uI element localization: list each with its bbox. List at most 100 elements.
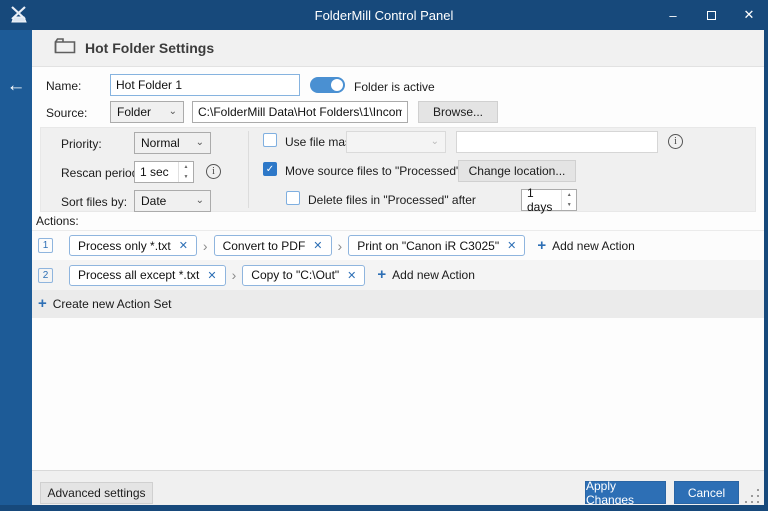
name-label: Name:	[46, 79, 81, 93]
file-mask-input	[456, 131, 658, 153]
action-chip-label: Copy to "C:\Out"	[251, 268, 339, 282]
action-set-index-badge[interactable]: 1	[38, 238, 53, 253]
rescan-info-icon[interactable]: i	[206, 164, 221, 179]
action-chip[interactable]: Process only *.txt ✕	[69, 235, 197, 256]
delete-after-value: 1 days	[527, 186, 561, 214]
action-sets-list: 1 Process only *.txt ✕ › Convert to PDF ✕ › Pri…	[32, 230, 764, 318]
plus-icon: +	[377, 268, 386, 282]
remove-action-icon[interactable]: ✕	[179, 239, 188, 252]
spinner-arrows: ▲ ▼	[178, 162, 193, 182]
action-chip[interactable]: Print on "Canon iR C3025" ✕	[348, 235, 525, 256]
priority-dropdown[interactable]: Normal ⌄	[134, 132, 211, 154]
chevron-down-icon: ⌄	[431, 137, 439, 147]
sort-files-label: Sort files by:	[61, 195, 127, 209]
remove-action-icon[interactable]: ✕	[313, 239, 322, 252]
window-border-right	[764, 30, 768, 511]
add-new-action-button[interactable]: + Add new Action	[537, 239, 635, 253]
rescan-period-value: 1 sec	[140, 165, 169, 179]
footer-bar: Advanced settings Apply Changes Cancel	[32, 470, 764, 505]
file-mask-info-icon[interactable]: i	[668, 134, 683, 149]
plus-icon: +	[38, 297, 47, 311]
spinner-arrows: ▲ ▼	[561, 190, 576, 210]
spin-up-icon[interactable]: ▲	[562, 190, 576, 200]
close-button[interactable]: ✕	[730, 0, 768, 30]
change-location-button[interactable]: Change location...	[458, 160, 576, 182]
advanced-settings-button[interactable]: Advanced settings	[40, 482, 153, 504]
add-new-action-button[interactable]: + Add new Action	[377, 268, 475, 282]
action-chip-label: Convert to PDF	[223, 239, 306, 253]
add-new-action-label: Add new Action	[552, 239, 635, 253]
actions-label: Actions:	[36, 214, 79, 228]
content-area: Hot Folder Settings Name: Folder is acti…	[32, 30, 764, 505]
action-set-index-badge[interactable]: 2	[38, 268, 53, 283]
plus-icon: +	[537, 239, 546, 253]
toggle-knob	[331, 79, 343, 91]
sort-files-dropdown[interactable]: Date ⌄	[134, 190, 211, 212]
check-icon: ✓	[266, 164, 274, 175]
create-action-set-button[interactable]: + Create new Action Set	[38, 297, 172, 311]
spin-down-icon[interactable]: ▼	[562, 200, 576, 210]
page-header: Hot Folder Settings	[32, 30, 764, 67]
move-processed-checkbox[interactable]: ✓	[263, 162, 277, 176]
action-chip-label: Process only *.txt	[78, 239, 171, 253]
apply-changes-button[interactable]: Apply Changes	[585, 481, 666, 504]
spin-up-icon[interactable]: ▲	[179, 162, 193, 172]
chevron-down-icon: ⌄	[169, 107, 177, 117]
sidebar: ←	[0, 30, 32, 505]
source-label: Source:	[46, 106, 87, 120]
action-chip-label: Print on "Canon iR C3025"	[357, 239, 499, 253]
back-button[interactable]: ←	[4, 74, 28, 98]
folder-options-panel: Priority: Normal ⌄ Rescan period: 1 sec …	[40, 127, 756, 212]
source-type-dropdown[interactable]: Folder ⌄	[110, 101, 184, 123]
maximize-icon	[707, 11, 716, 20]
panel-divider	[248, 131, 249, 208]
maximize-button[interactable]	[692, 0, 730, 30]
remove-action-icon[interactable]: ✕	[347, 269, 356, 282]
create-action-set-label: Create new Action Set	[53, 297, 172, 311]
name-input[interactable]	[110, 74, 300, 96]
delete-after-spinner[interactable]: 1 days ▲ ▼	[521, 189, 577, 211]
folder-active-toggle[interactable]	[310, 77, 345, 93]
priority-value: Normal	[141, 136, 180, 150]
create-action-set-row: + Create new Action Set	[32, 290, 764, 318]
chevron-down-icon: ⌄	[196, 196, 204, 206]
action-set-row: 2 Process all except *.txt ✕ › Copy to "C:\O…	[32, 260, 764, 290]
rescan-period-label: Rescan period:	[61, 166, 142, 180]
spin-down-icon[interactable]: ▼	[179, 172, 193, 182]
sort-files-value: Date	[141, 194, 166, 208]
minimize-button[interactable]: –	[654, 0, 692, 30]
action-set-row: 1 Process only *.txt ✕ › Convert to PDF ✕ › Pri…	[32, 230, 764, 260]
foldermill-window: FolderMill Control Panel – ✕ ← Hot Folde…	[0, 0, 768, 511]
folder-active-label: Folder is active	[354, 80, 435, 94]
use-file-mask-checkbox[interactable]	[263, 133, 277, 147]
titlebar: FolderMill Control Panel – ✕	[0, 0, 768, 30]
back-arrow-icon: ←	[7, 75, 26, 96]
action-chip[interactable]: Copy to "C:\Out" ✕	[242, 265, 365, 286]
rescan-period-spinner[interactable]: 1 sec ▲ ▼	[134, 161, 194, 183]
delete-processed-checkbox[interactable]	[286, 191, 300, 205]
source-type-value: Folder	[117, 105, 151, 119]
close-icon: ✕	[744, 7, 755, 23]
remove-action-icon[interactable]: ✕	[507, 239, 516, 252]
action-chip[interactable]: Convert to PDF ✕	[214, 235, 332, 256]
window-title: FolderMill Control Panel	[0, 8, 768, 23]
chevron-down-icon: ⌄	[196, 138, 204, 148]
delete-processed-label: Delete files in "Processed" after	[308, 193, 476, 207]
page-title: Hot Folder Settings	[85, 40, 214, 56]
remove-action-icon[interactable]: ✕	[207, 269, 216, 282]
chevron-separator-icon: ›	[232, 267, 237, 283]
browse-button[interactable]: Browse...	[418, 101, 498, 123]
cancel-button[interactable]: Cancel	[674, 481, 739, 504]
add-new-action-label: Add new Action	[392, 268, 475, 282]
window-border-bottom	[0, 505, 768, 511]
action-chip[interactable]: Process all except *.txt ✕	[69, 265, 226, 286]
file-mask-dropdown: ⌄	[346, 131, 446, 153]
chevron-separator-icon: ›	[338, 238, 343, 254]
resize-grip[interactable]	[745, 489, 761, 503]
priority-label: Priority:	[61, 137, 102, 151]
folder-icon	[54, 37, 76, 59]
action-chip-label: Process all except *.txt	[78, 268, 199, 282]
source-path-input[interactable]	[192, 101, 408, 123]
chevron-separator-icon: ›	[203, 238, 208, 254]
resize-grip-dots	[757, 489, 759, 491]
